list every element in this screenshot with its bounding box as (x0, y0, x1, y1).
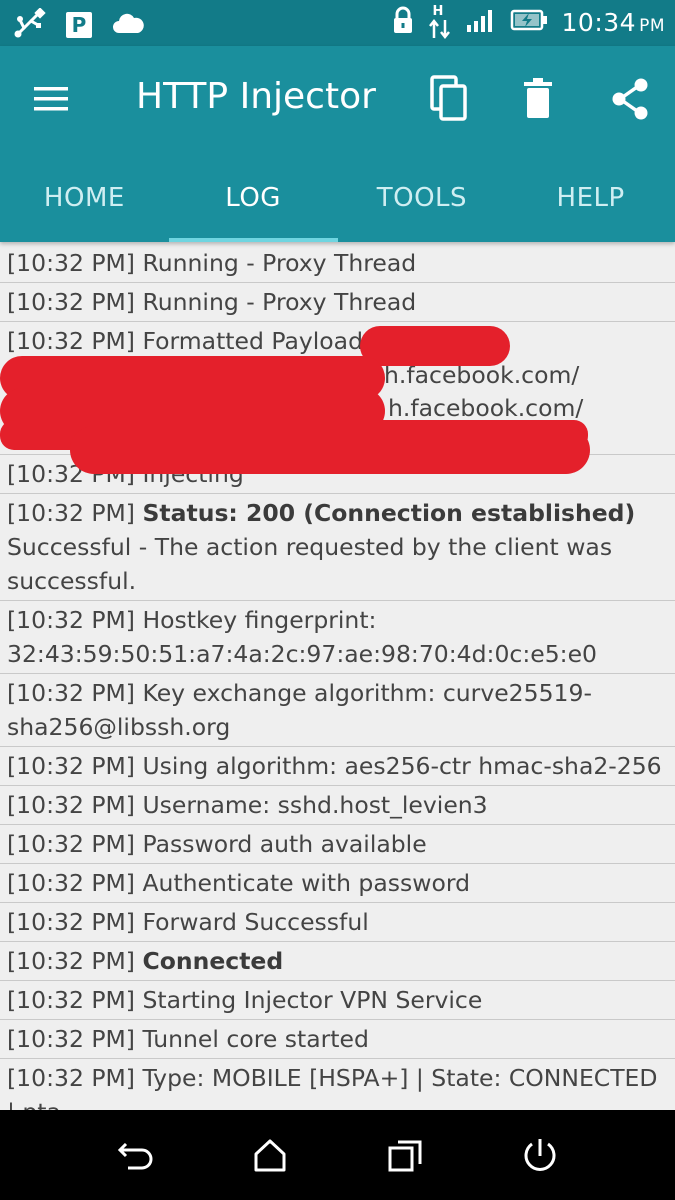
app-title: HTTP Injector (136, 76, 376, 117)
log-entry: [10:32 PM] Status: 200 (Connection estab… (0, 494, 675, 601)
log-entry: [10:32 PM] Key exchange algorithm: curve… (0, 674, 675, 747)
log-time: [10:32 PM] (7, 908, 135, 936)
home-icon[interactable] (248, 1134, 292, 1178)
menu-icon[interactable] (34, 84, 72, 114)
log-time: [10:32 PM] (7, 288, 135, 316)
log-time: [10:32 PM] (7, 791, 135, 819)
log-time: [10:32 PM] (7, 1025, 135, 1053)
log-status-bold: Status: 200 (Connection established) (142, 499, 636, 527)
log-time: [10:32 PM] (7, 986, 135, 1014)
tab-home[interactable]: HOME (0, 174, 169, 242)
cloud-icon (112, 12, 144, 38)
log-entry-redacted: [10:32 PM] Formatted Payload h.facebook.… (0, 322, 675, 474)
log-entry: [10:32 PM] Password auth available (0, 825, 675, 864)
log-time: [10:32 PM] (7, 679, 135, 707)
battery-charging-icon (510, 9, 548, 35)
log-entry: [10:32 PM] Connected (0, 942, 675, 981)
log-time: [10:32 PM] (7, 947, 135, 975)
log-time: [10:32 PM] (7, 869, 135, 897)
log-entry: [10:32 PM] Authenticate with password (0, 864, 675, 903)
log-text: Starting Injector VPN Service (142, 986, 483, 1014)
log-entry: [10:32 PM] Running - Proxy Thread (0, 244, 675, 283)
hspa-icon: H (428, 4, 452, 40)
status-time-value: 10:34 (561, 7, 637, 37)
lock-icon (392, 6, 414, 38)
power-icon[interactable] (518, 1134, 562, 1178)
log-list[interactable]: [10:32 PM] Running - Proxy Thread [10:32… (0, 244, 675, 1110)
network-type-letter: H (432, 4, 444, 19)
log-text: Successful - The action requested by the… (7, 533, 613, 595)
log-entry: [10:32 PM] Type: MOBILE [HSPA+] | State:… (0, 1059, 675, 1110)
log-time: [10:32 PM] (7, 327, 135, 355)
status-bar: P H 10:34 PM (0, 0, 675, 46)
log-time: [10:32 PM] (7, 752, 135, 780)
log-text: Password auth available (142, 830, 427, 858)
log-time: [10:32 PM] (7, 249, 135, 277)
log-text: Using algorithm: aes256-ctr hmac-sha2-25… (142, 752, 662, 780)
redaction-mark (360, 326, 510, 366)
log-time: [10:32 PM] (7, 499, 135, 527)
log-text: Tunnel core started (142, 1025, 369, 1053)
log-entry: [10:32 PM] Username: sshd.host_levien3 (0, 786, 675, 825)
tab-help[interactable]: HELP (506, 174, 675, 242)
delete-icon[interactable] (520, 74, 566, 124)
tab-log[interactable]: LOG (168, 174, 338, 242)
log-time: [10:32 PM] (7, 1064, 135, 1092)
copy-icon[interactable] (428, 74, 474, 124)
log-time: [10:32 PM] (7, 830, 135, 858)
status-time: 10:34 PM (562, 8, 665, 37)
share-icon[interactable] (610, 74, 656, 124)
status-time-ampm: PM (639, 15, 665, 36)
status-bar-left: P (14, 7, 144, 42)
redaction-mark (70, 426, 590, 474)
log-text: Username: sshd.host_levien3 (142, 791, 488, 819)
navigation-bar (0, 1110, 675, 1200)
log-text: Formatted Payload (142, 327, 363, 355)
log-status-bold: Connected (142, 947, 284, 975)
status-bar-right: H 10:34 PM (392, 4, 665, 40)
tab-tools[interactable]: TOOLS (338, 174, 507, 242)
log-time: [10:32 PM] (7, 606, 135, 634)
log-entry: [10:32 PM] Running - Proxy Thread (0, 283, 675, 322)
back-icon[interactable] (114, 1134, 158, 1178)
recents-icon[interactable] (384, 1134, 428, 1178)
log-entry: [10:32 PM] Tunnel core started (0, 1020, 675, 1059)
tab-bar: HOME LOG TOOLS HELP (0, 174, 675, 242)
log-text: Running - Proxy Thread (142, 249, 417, 277)
log-entry: [10:32 PM] Using algorithm: aes256-ctr h… (0, 747, 675, 786)
app-bar: HTTP Injector HOME LOG TOOLS HELP (0, 46, 675, 242)
log-text: Authenticate with password (142, 869, 470, 897)
log-entry: [10:32 PM] Forward Successful (0, 903, 675, 942)
log-text: Running - Proxy Thread (142, 288, 417, 316)
log-text: Forward Successful (142, 908, 369, 936)
log-entry: [10:32 PM] Starting Injector VPN Service (0, 981, 675, 1020)
parking-icon: P (66, 12, 92, 38)
log-entry: [10:32 PM] Hostkey fingerprint: 32:43:59… (0, 601, 675, 674)
usb-icon (14, 7, 46, 42)
signal-icon (466, 7, 496, 37)
